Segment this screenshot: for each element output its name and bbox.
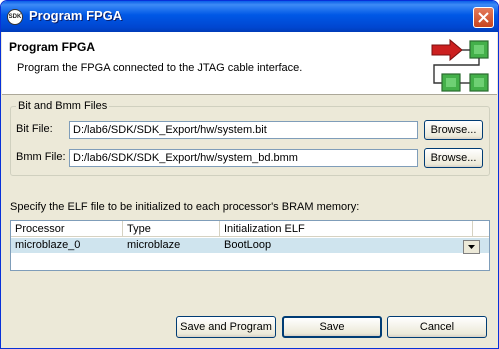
close-icon <box>478 12 489 23</box>
dialog-header: Program FPGA Program the FPGA connected … <box>2 32 497 95</box>
sdk-app-icon: SDK <box>7 9 23 25</box>
bmm-file-input[interactable]: D:/lab6/SDK/SDK_Export/hw/system_bd.bmm <box>69 149 418 167</box>
bmm-file-label: Bmm File: <box>16 151 66 163</box>
chevron-down-icon <box>468 245 475 249</box>
column-header-initialization-elf[interactable]: Initialization ELF <box>220 221 473 237</box>
program-fpga-dialog: SDK Program FPGA Program FPGA Program th… <box>0 0 499 349</box>
cell-processor: microblaze_0 <box>15 239 81 251</box>
title-bar[interactable]: SDK Program FPGA <box>1 1 498 32</box>
bit-browse-button[interactable]: Browse... <box>424 120 483 140</box>
cell-type: microblaze <box>127 239 181 251</box>
header-description: Program the FPGA connected to the JTAG c… <box>17 62 303 74</box>
save-button[interactable]: Save <box>282 316 382 338</box>
bmm-browse-button[interactable]: Browse... <box>424 148 483 168</box>
red-arrow-shape <box>431 38 463 62</box>
close-button[interactable] <box>473 7 494 28</box>
bit-bmm-group-legend: Bit and Bmm Files <box>16 100 110 112</box>
save-and-program-button[interactable]: Save and Program <box>176 316 276 338</box>
column-header-type[interactable]: Type <box>123 221 220 237</box>
cell-initialization-elf[interactable]: BootLoop <box>224 239 271 251</box>
bit-file-label: Bit File: <box>16 123 53 135</box>
elf-table: Processor Type Initialization ELF microb… <box>10 220 490 271</box>
table-row[interactable]: microblaze_0 microblaze BootLoop <box>11 238 489 253</box>
window-title: Program FPGA <box>29 8 123 23</box>
fpga-program-graphic-icon <box>431 38 489 92</box>
app-icon-text: SDK <box>8 14 22 20</box>
elf-instruction-label: Specify the ELF file to be initialized t… <box>10 201 360 213</box>
cancel-button[interactable]: Cancel <box>387 316 487 338</box>
column-header-processor[interactable]: Processor <box>11 221 123 237</box>
table-header-row: Processor Type Initialization ELF <box>11 221 489 237</box>
elf-dropdown-button[interactable] <box>463 240 480 254</box>
header-title: Program FPGA <box>9 40 96 54</box>
bit-file-input[interactable]: D:/lab6/SDK/SDK_Export/hw/system.bit <box>69 121 418 139</box>
